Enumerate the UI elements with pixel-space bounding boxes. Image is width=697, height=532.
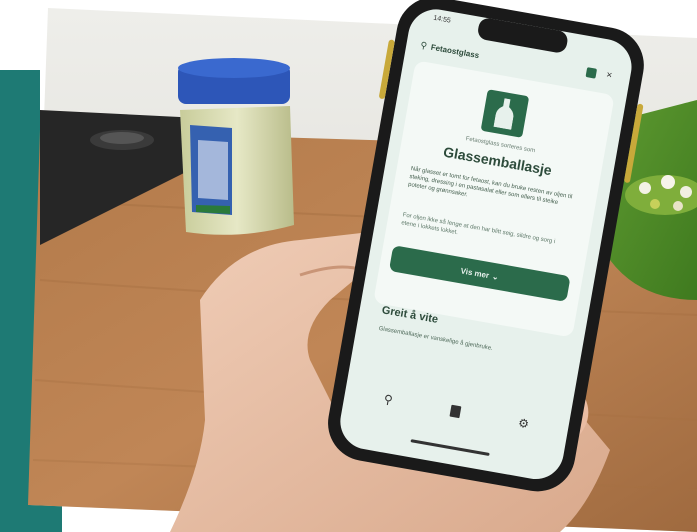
glass-category-icon [480,89,530,138]
nav-search-icon[interactable]: ⚲ [383,392,394,407]
nav-settings-icon[interactable]: ⚙ [517,416,530,432]
bottom-nav: ⚲ ⚙ [352,379,560,444]
bottle-icon [493,98,514,130]
close-icon[interactable]: × [605,70,613,82]
feta-jar [178,58,294,235]
chevron-down-icon: ⌄ [491,271,500,282]
nav-bookmark-icon[interactable] [449,404,462,419]
search-query: Fetaostglass [430,42,480,60]
search-icon: ⚲ [419,39,429,51]
read-more-label: Vis mer [460,265,490,280]
home-indicator [410,439,490,456]
bin-tag-icon [585,67,598,79]
section-text: Glassemballasje er vanskelige å gjenbruk… [378,325,494,352]
status-time: 14:55 [432,14,452,25]
